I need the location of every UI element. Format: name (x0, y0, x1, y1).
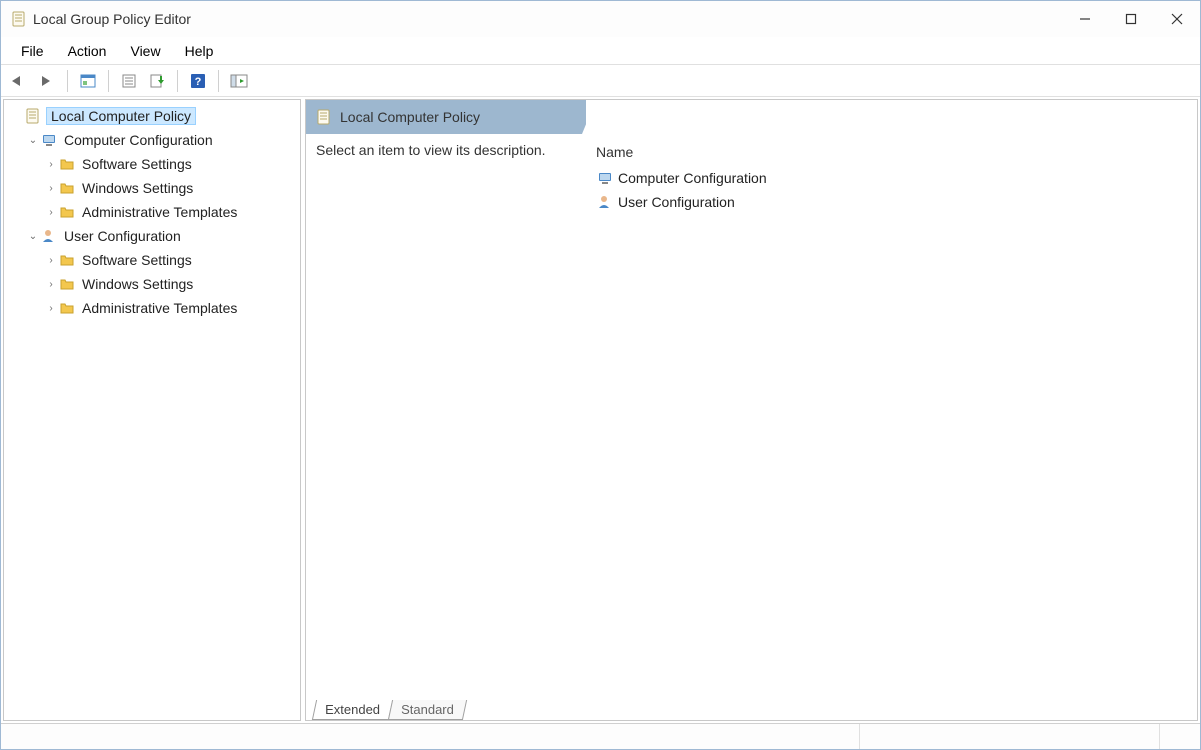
tree-node-user-configuration[interactable]: ⌄ User Configuration (4, 224, 300, 248)
policy-icon (11, 11, 27, 27)
list-item-user-configuration[interactable]: User Configuration (596, 190, 1187, 214)
tree-root[interactable]: Local Computer Policy (4, 104, 300, 128)
tree-node-label: Administrative Templates (80, 299, 239, 317)
chevron-right-icon[interactable]: › (44, 183, 58, 194)
status-grip (1160, 724, 1200, 749)
toolbar-separator (67, 70, 68, 92)
help-button[interactable]: ? (186, 69, 210, 93)
folder-icon (58, 179, 76, 197)
tree-node-label: Software Settings (80, 155, 194, 173)
tree-node-label: Local Computer Policy (46, 107, 196, 125)
user-icon (40, 227, 58, 245)
window-controls (1062, 1, 1200, 37)
computer-icon (596, 169, 614, 187)
column-header-name[interactable]: Name (596, 142, 1187, 166)
forward-button[interactable] (35, 69, 59, 93)
tree-node-label: Software Settings (80, 251, 194, 269)
chevron-right-icon[interactable]: › (44, 279, 58, 290)
detail-header-title: Local Computer Policy (340, 109, 480, 125)
tree-node-admin-templates-user[interactable]: › Administrative Templates (4, 296, 300, 320)
menubar: File Action View Help (1, 37, 1200, 65)
tree-node-windows-settings-user[interactable]: › Windows Settings (4, 272, 300, 296)
tree-node-computer-configuration[interactable]: ⌄ Computer Configuration (4, 128, 300, 152)
tree-node-admin-templates[interactable]: › Administrative Templates (4, 200, 300, 224)
list-item-label: Computer Configuration (618, 170, 767, 186)
chevron-right-icon[interactable]: › (44, 303, 58, 314)
user-icon (596, 193, 614, 211)
folder-icon (58, 299, 76, 317)
content-area: Local Computer Policy ⌄ Computer Configu… (1, 97, 1200, 723)
menu-view[interactable]: View (120, 39, 170, 63)
list-item-computer-configuration[interactable]: Computer Configuration (596, 166, 1187, 190)
tree-node-software-settings-user[interactable]: › Software Settings (4, 248, 300, 272)
chevron-right-icon[interactable]: › (44, 255, 58, 266)
menu-file[interactable]: File (11, 39, 54, 63)
show-hide-tree-button[interactable] (227, 69, 251, 93)
toolbar-separator (218, 70, 219, 92)
detail-tabs: Extended Standard (306, 696, 1197, 720)
folder-icon (58, 203, 76, 221)
description-column: Select an item to view its description. (316, 142, 596, 688)
policy-icon (316, 109, 332, 125)
tree-node-label: Administrative Templates (80, 203, 239, 221)
tree-node-label: Computer Configuration (62, 131, 215, 149)
detail-header: Local Computer Policy (306, 100, 1197, 134)
chevron-down-icon[interactable]: ⌄ (26, 135, 40, 146)
window-title: Local Group Policy Editor (33, 11, 191, 27)
detail-body: Select an item to view its description. … (306, 134, 1197, 696)
menu-help[interactable]: Help (175, 39, 224, 63)
tab-extended[interactable]: Extended (312, 700, 393, 720)
titlebar: Local Group Policy Editor (1, 1, 1200, 37)
folder-icon (58, 251, 76, 269)
maximize-button[interactable] (1108, 1, 1154, 37)
menu-action[interactable]: Action (58, 39, 117, 63)
tree-node-label: User Configuration (62, 227, 183, 245)
tab-standard[interactable]: Standard (388, 700, 467, 720)
toolbar: ? (1, 65, 1200, 97)
computer-icon (40, 131, 58, 149)
folder-icon (58, 155, 76, 173)
list-item-label: User Configuration (618, 194, 735, 210)
description-prompt: Select an item to view its description. (316, 142, 546, 158)
chevron-right-icon[interactable]: › (44, 159, 58, 170)
tree-pane[interactable]: Local Computer Policy ⌄ Computer Configu… (3, 99, 301, 721)
statusbar (1, 723, 1200, 749)
policy-icon (24, 107, 42, 125)
tree-node-software-settings[interactable]: › Software Settings (4, 152, 300, 176)
export-button[interactable] (145, 69, 169, 93)
tree-node-label: Windows Settings (80, 275, 195, 293)
properties-button[interactable] (76, 69, 100, 93)
tree-node-windows-settings[interactable]: › Windows Settings (4, 176, 300, 200)
folder-icon (58, 275, 76, 293)
close-button[interactable] (1154, 1, 1200, 37)
list-column: Name Computer Configuration User Configu… (596, 142, 1187, 688)
status-cell (1, 724, 860, 749)
toolbar-separator (108, 70, 109, 92)
detail-pane: Local Computer Policy Select an item to … (305, 99, 1198, 721)
back-button[interactable] (7, 69, 31, 93)
svg-text:?: ? (195, 76, 202, 88)
chevron-down-icon[interactable]: ⌄ (26, 231, 40, 242)
toolbar-separator (177, 70, 178, 92)
status-cell (860, 724, 1160, 749)
refresh-button[interactable] (117, 69, 141, 93)
minimize-button[interactable] (1062, 1, 1108, 37)
tree-node-label: Windows Settings (80, 179, 195, 197)
chevron-right-icon[interactable]: › (44, 207, 58, 218)
